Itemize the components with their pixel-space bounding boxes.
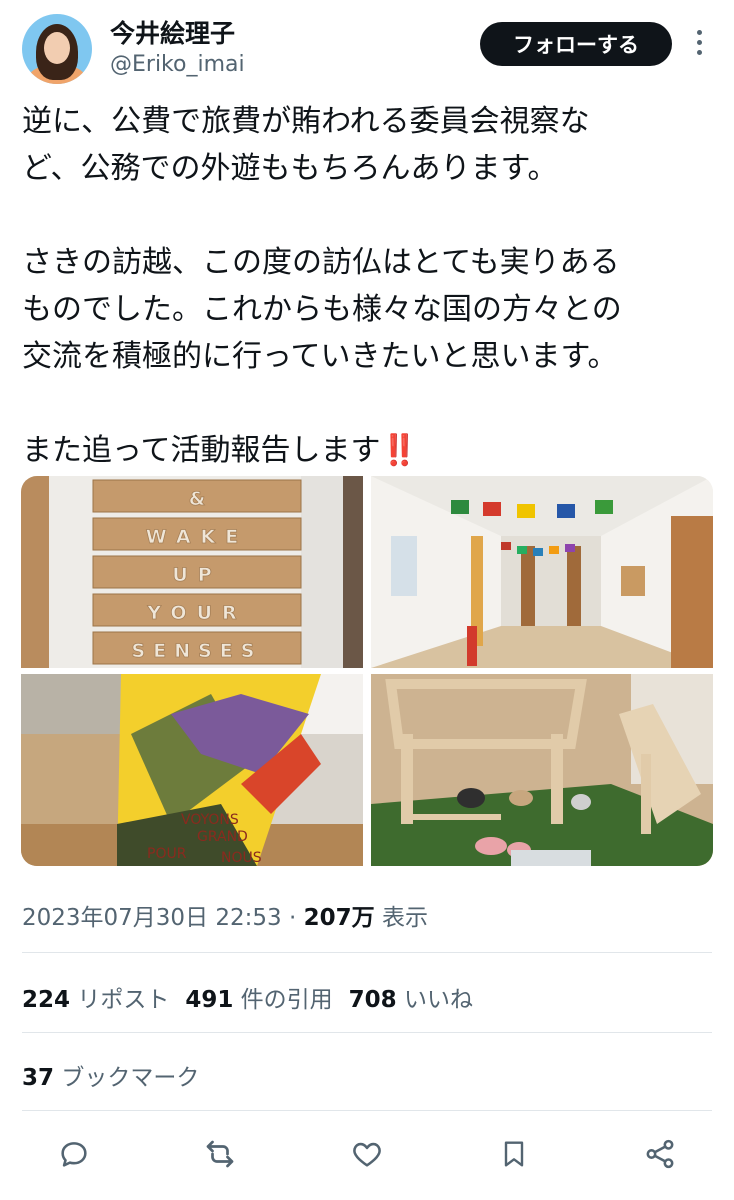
poster-word-3: POUR (147, 846, 187, 862)
share-icon (646, 1139, 674, 1169)
meta-separator: · (281, 905, 304, 931)
like-button[interactable] (345, 1132, 389, 1176)
bookmarks-stat[interactable]: 37 ブックマーク (22, 1058, 199, 1092)
tweet-line: さきの訪越、この度の訪仏はとても実りある (22, 245, 620, 280)
sign-letters-3: UP (172, 564, 221, 586)
photo-wake-up-your-senses[interactable]: & WAKE UP YOUR SENSES (21, 476, 363, 668)
engagement-stats: 224 リポスト 491 件の引用 708 いいね (22, 980, 473, 1014)
poster-word-4: NOUS (221, 850, 262, 866)
sign-letters-5: SENSES (132, 640, 263, 662)
bookmarks-label: ブックマーク (61, 1065, 200, 1091)
share-button[interactable] (638, 1132, 682, 1176)
avatar[interactable] (22, 14, 92, 84)
sign-letters-1: & (189, 488, 206, 510)
likes-stat[interactable]: 708 いいね (349, 987, 473, 1013)
bookmark-button[interactable] (492, 1132, 536, 1176)
photo-hallway-flags[interactable] (371, 476, 713, 668)
sign-letters-4: YOUR (146, 602, 246, 624)
tweet-header: 今井絵理子 @Eriko_imai フォローする (0, 0, 734, 96)
poster-word-1: VOYONS (181, 812, 239, 828)
reposts-label: リポスト (77, 987, 170, 1013)
tweet-line: 逆に、公費で旅費が賄われる委員会視察な (22, 104, 590, 139)
tweet-line: 交流を積極的に行っていきたいと思います。 (22, 339, 618, 374)
likes-label: いいね (403, 987, 473, 1013)
tweet-line: また追って活動報告します‼️ (22, 427, 712, 474)
bookmark-icon (504, 1141, 524, 1167)
sign-letters-2: WAKE (146, 526, 249, 548)
repost-icon (206, 1140, 234, 1168)
reposts-stat[interactable]: 224 リポスト (22, 987, 169, 1013)
media-grid: & WAKE UP YOUR SENSES VOYONS GRAND POUR … (21, 476, 713, 866)
more-options-icon[interactable] (692, 30, 706, 58)
photo-poster[interactable]: VOYONS GRAND POUR NOUS (21, 674, 363, 866)
double-exclamation-emoji: ‼️ (380, 433, 418, 468)
display-name[interactable]: 今井絵理子 (110, 14, 235, 50)
tweet-line: ものでした。これからも様々な国の方々との (22, 292, 622, 327)
quotes-count: 491 (185, 987, 234, 1013)
repost-button[interactable] (198, 1132, 242, 1176)
likes-count: 708 (348, 987, 397, 1013)
views-label: 表示 (381, 905, 428, 931)
reposts-count: 224 (22, 987, 71, 1013)
views-count: 207万 (303, 905, 375, 931)
tweet-meta: 2023年07月30日 22:53 · 207万 表示 (22, 898, 428, 932)
photo-toy-farm[interactable] (371, 674, 713, 866)
divider (22, 1032, 712, 1033)
bookmarks-count: 37 (22, 1065, 55, 1091)
tweet-line: ど、公務での外遊ももちろんあります。 (22, 151, 558, 186)
poster-word-2: GRAND (197, 829, 248, 845)
reply-button[interactable] (52, 1132, 96, 1176)
tweet-line-text: また追って活動報告します (22, 433, 381, 468)
quotes-label: 件の引用 (240, 987, 333, 1013)
like-icon (353, 1142, 381, 1167)
divider (22, 952, 712, 953)
follow-button[interactable]: フォローする (480, 22, 672, 66)
divider (22, 1110, 712, 1111)
quotes-stat[interactable]: 491 件の引用 (185, 987, 332, 1013)
tweet-text: 逆に、公費で旅費が賄われる委員会視察な ど、公務での外遊ももちろんあります。 さ… (22, 98, 712, 474)
handle[interactable]: @Eriko_imai (110, 52, 245, 77)
timestamp[interactable]: 2023年07月30日 22:53 (22, 905, 282, 931)
reply-icon (61, 1142, 87, 1167)
